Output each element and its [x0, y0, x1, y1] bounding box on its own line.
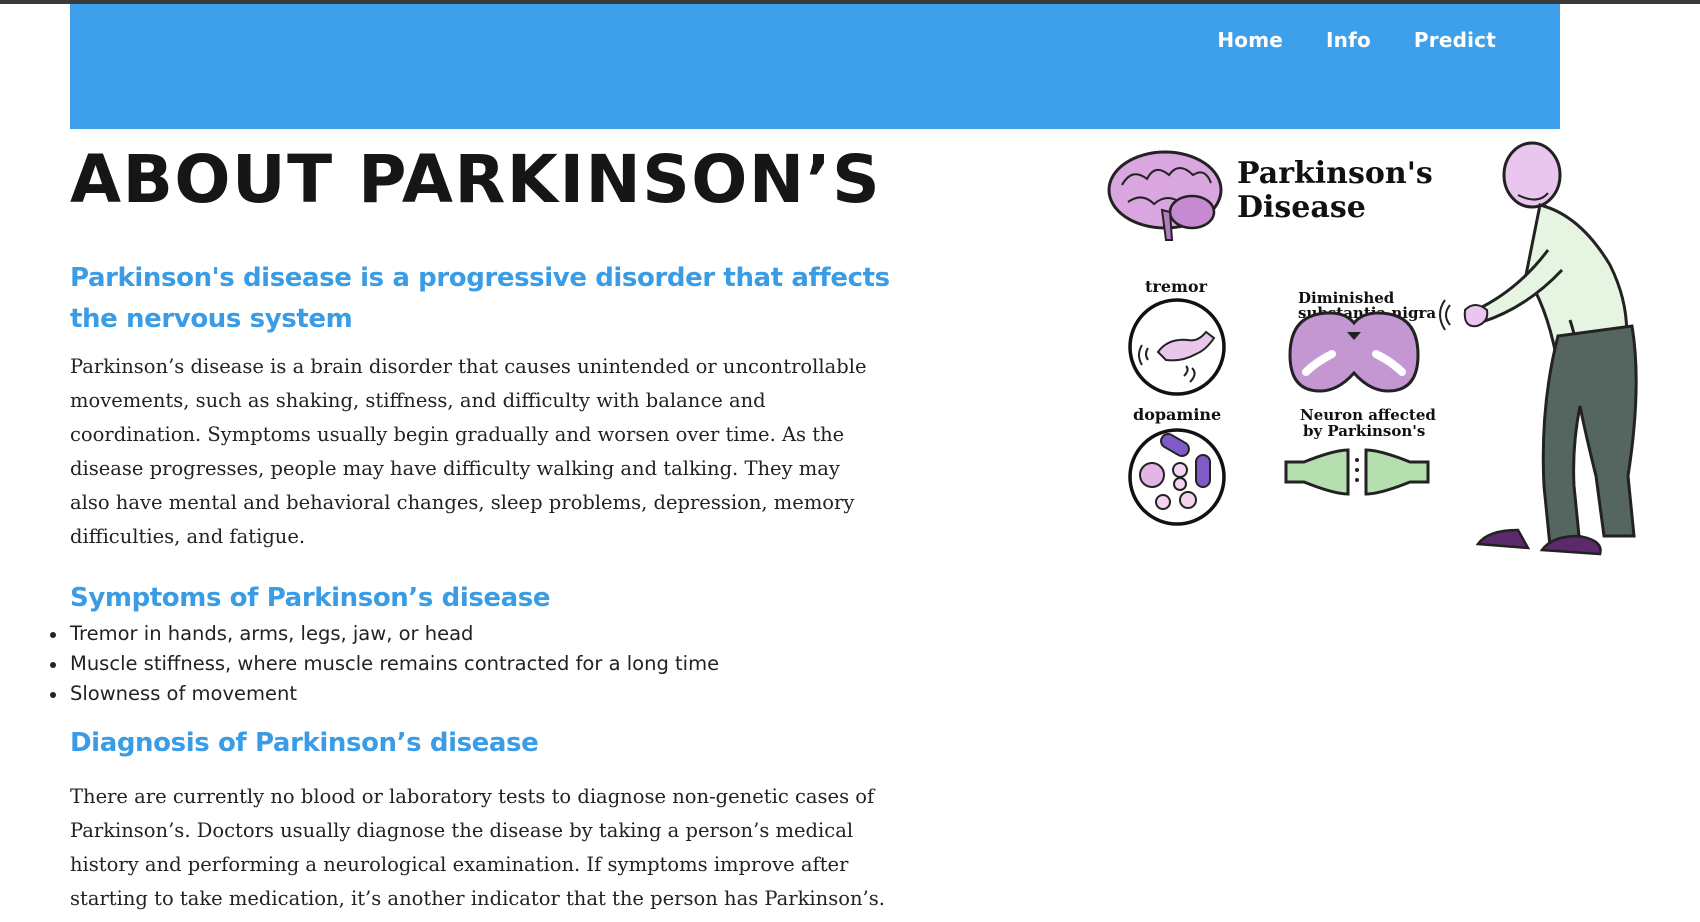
list-item: Muscle stiffness, where muscle remains c… [50, 649, 900, 679]
dopamine-label: dopamine [1133, 405, 1221, 424]
nav-link-home[interactable]: Home [1217, 28, 1283, 52]
intro-heading: Parkinson's disease is a progressive dis… [70, 263, 890, 334]
brain-icon [1107, 150, 1223, 241]
neuron-label-line2: by Parkinson's [1303, 422, 1425, 440]
nav-link-info[interactable]: Info [1326, 28, 1371, 52]
tremor-label: tremor [1145, 277, 1208, 296]
substantia-nigra-icon [1288, 311, 1420, 393]
diagnosis-heading: Diagnosis of Parkinson’s disease [70, 728, 539, 758]
nav-links: Home Info Predict [1217, 28, 1496, 52]
diagnosis-paragraph: There are currently no blood or laborato… [70, 785, 885, 910]
main-content: ABOUT PARKINSON’S Parkinson's disease is… [50, 140, 900, 916]
symptoms-heading: Symptoms of Parkinson’s disease [70, 583, 551, 613]
page-title: ABOUT PARKINSON’S [70, 141, 882, 218]
illustration-title-line1: Parkinson's [1237, 156, 1433, 191]
neuron-icon [1284, 448, 1430, 496]
top-navbar: Home Info Predict [70, 4, 1560, 129]
symptoms-list: Tremor in hands, arms, legs, jaw, or hea… [50, 619, 900, 709]
illustration-title-line2: Disease [1237, 190, 1366, 225]
intro-paragraph: Parkinson’s disease is a brain disorder … [70, 355, 867, 548]
elderly-man-figure [1439, 141, 1638, 556]
nav-link-predict[interactable]: Predict [1414, 28, 1496, 52]
list-item: Slowness of movement [50, 679, 900, 709]
tremor-hand-icon [1128, 298, 1226, 396]
dopamine-pills-icon [1128, 428, 1226, 526]
list-item: Tremor in hands, arms, legs, jaw, or hea… [50, 619, 900, 649]
illustration-svg: Parkinson's Disease tremor dopamine Dimi… [1107, 141, 1638, 556]
parkinsons-illustration: Parkinson's Disease tremor dopamine Dimi… [1100, 140, 1660, 610]
